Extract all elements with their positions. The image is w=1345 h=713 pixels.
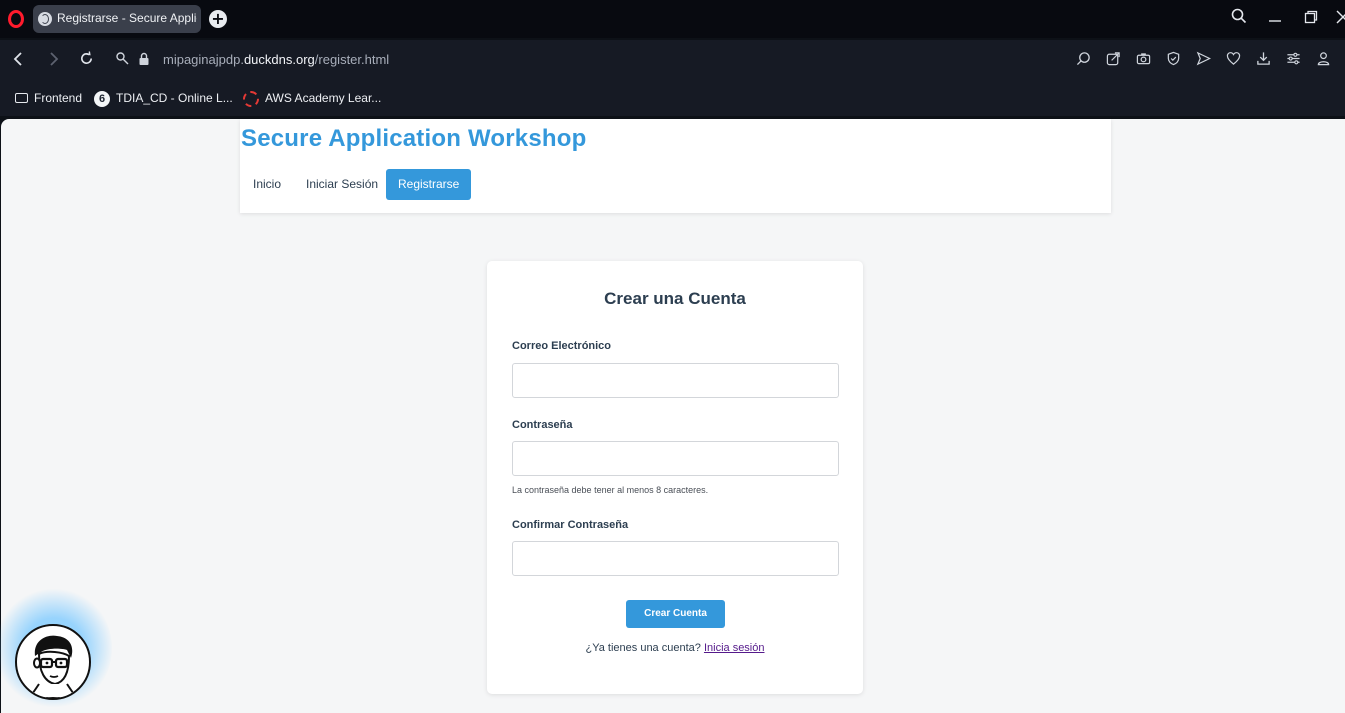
page-viewport: Secure Application Workshop Inicio Inici… bbox=[1, 119, 1345, 713]
back-icon[interactable] bbox=[8, 51, 28, 71]
lock-icon bbox=[134, 51, 154, 71]
tdia-icon: 6 bbox=[94, 91, 110, 107]
url-prefix: mipaginajpdp. bbox=[163, 52, 244, 67]
globe-icon bbox=[38, 12, 52, 26]
confirm-password-field[interactable] bbox=[512, 541, 839, 576]
heart-icon[interactable] bbox=[1223, 51, 1243, 71]
close-icon[interactable] bbox=[1332, 8, 1345, 30]
nav-registrarse[interactable]: Registrarse bbox=[386, 169, 472, 200]
login-prompt-row: ¿Ya tienes una cuenta? Inicia sesión bbox=[487, 642, 863, 654]
email-field[interactable] bbox=[512, 363, 839, 398]
browser-titlebar: Registrarse - Secure Applic + bbox=[0, 0, 1345, 38]
opera-logo-icon[interactable] bbox=[8, 10, 24, 28]
login-prompt: ¿Ya tienes una cuenta? bbox=[585, 642, 701, 654]
login-link[interactable]: Inicia sesión bbox=[704, 642, 765, 654]
url-path: /register.html bbox=[314, 52, 390, 67]
assistant-avatar-icon[interactable] bbox=[15, 624, 91, 700]
password-label: Contraseña bbox=[512, 419, 573, 431]
download-icon[interactable] bbox=[1253, 51, 1273, 71]
tab-title: Registrarse - Secure Applic bbox=[57, 11, 197, 25]
site-title: Secure Application Workshop bbox=[241, 125, 587, 152]
browser-tab[interactable]: Registrarse - Secure Applic bbox=[33, 5, 201, 33]
bookmark-aws[interactable]: AWS Academy Lear... bbox=[243, 91, 381, 107]
form-heading: Crear una Cuenta bbox=[604, 289, 746, 308]
url-field[interactable]: mipaginajpdp.duckdns.org/register.html bbox=[163, 52, 389, 67]
bookmark-label: AWS Academy Lear... bbox=[265, 91, 382, 106]
new-tab-button[interactable]: + bbox=[209, 10, 227, 28]
shield-check-icon[interactable] bbox=[1163, 51, 1183, 71]
search-icon[interactable] bbox=[1228, 8, 1250, 30]
profile-icon[interactable] bbox=[1313, 51, 1333, 71]
aws-icon bbox=[243, 91, 259, 107]
site-header: Secure Application Workshop Inicio Inici… bbox=[240, 119, 1111, 213]
camera-icon[interactable] bbox=[1133, 51, 1153, 71]
nav-inicio[interactable]: Inicio bbox=[241, 169, 293, 200]
password-hint: La contraseña debe tener al menos 8 cara… bbox=[512, 485, 709, 495]
address-bar: mipaginajpdp.duckdns.org/register.html bbox=[0, 40, 1345, 82]
easy-setup-icon[interactable] bbox=[1283, 51, 1303, 71]
minimize-icon[interactable] bbox=[1264, 8, 1286, 30]
password-field[interactable] bbox=[512, 441, 839, 476]
bookmark-tdia[interactable]: 6 TDIA_CD - Online L... bbox=[94, 91, 233, 107]
forward-icon[interactable] bbox=[44, 51, 64, 71]
page-search-icon[interactable] bbox=[1073, 51, 1093, 71]
bookmark-frontend[interactable]: Frontend bbox=[15, 91, 82, 105]
bookmark-label: Frontend bbox=[34, 91, 83, 105]
bookmark-label: TDIA_CD - Online L... bbox=[116, 91, 233, 106]
restore-icon[interactable] bbox=[1300, 8, 1322, 30]
register-card: Crear una Cuenta Correo Electrónico Cont… bbox=[487, 261, 863, 694]
send-icon[interactable] bbox=[1193, 51, 1213, 71]
bookmarks-bar: Frontend 6 TDIA_CD - Online L... AWS Acad… bbox=[0, 82, 1345, 116]
site-info-icon[interactable] bbox=[113, 51, 133, 71]
url-domain: duckdns.org bbox=[243, 52, 315, 67]
confirm-password-label: Confirmar Contraseña bbox=[512, 519, 629, 531]
share-icon[interactable] bbox=[1103, 51, 1123, 71]
reload-icon[interactable] bbox=[76, 51, 96, 71]
nav-iniciar-sesion[interactable]: Iniciar Sesión bbox=[294, 169, 390, 200]
folder-icon bbox=[15, 92, 28, 103]
create-account-button[interactable]: Crear Cuenta bbox=[626, 600, 725, 628]
email-label: Correo Electrónico bbox=[512, 340, 612, 352]
